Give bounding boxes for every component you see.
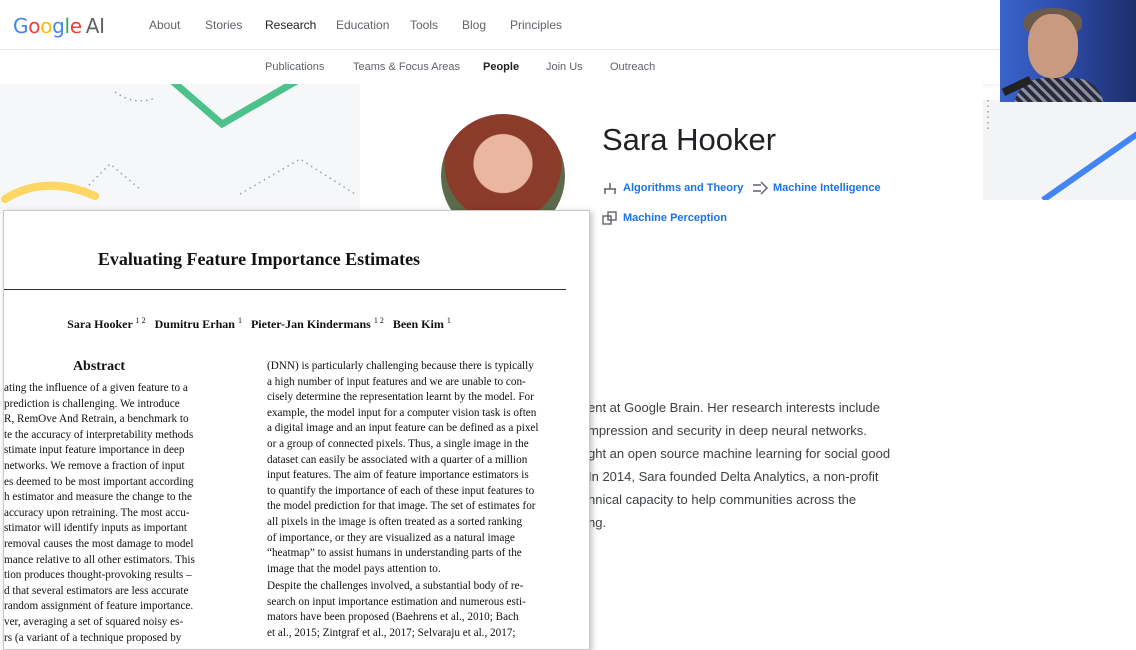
google-ai-logo[interactable]: Google AI xyxy=(13,14,105,38)
paper-text-line: (DNN) is particularly challenging becaus… xyxy=(267,360,534,372)
bio-line: ng. xyxy=(588,515,607,530)
paper-text-line: search on input importance estimation an… xyxy=(267,595,526,608)
logo-letter: o xyxy=(28,14,41,38)
nav-research[interactable]: Research xyxy=(265,18,316,32)
paper-text-line: example, the model input for a computer … xyxy=(267,406,537,419)
paper-text-line: rs (a variant of a technique proposed by xyxy=(4,631,182,644)
paper-text-line: tion produces thought-provoking results … xyxy=(4,569,192,582)
author-affiliation: 1 2 xyxy=(135,316,146,325)
paper-text-line: removal causes the most damage to model xyxy=(4,538,194,550)
author-name: Been Kim xyxy=(392,317,444,331)
bio-line: In 2014, Sara founded Delta Analytics, a… xyxy=(588,469,879,484)
algorithms-icon xyxy=(602,181,618,195)
subnav-teams-focus-areas[interactable]: Teams & Focus Areas xyxy=(353,61,460,73)
paper-text-line: dataset can easily be associated with a … xyxy=(267,453,528,466)
bio-line: mpression and security in deep neural ne… xyxy=(588,423,867,438)
author-affiliation: 1 xyxy=(237,316,242,325)
paper-text-line: to quantify the importance of each of th… xyxy=(267,484,535,497)
decorative-background-art xyxy=(0,84,360,214)
subnav-publications[interactable]: Publications xyxy=(265,61,324,73)
decorative-shapes xyxy=(1,84,356,203)
paper-text-line: d that several estimators are less accur… xyxy=(4,584,189,597)
paper-text-line: of importance, or they are visualized as… xyxy=(267,531,515,544)
author-name: Dumitru Erhan xyxy=(154,317,235,331)
author-name: Sara Hooker xyxy=(67,317,133,331)
nav-tools[interactable]: Tools xyxy=(410,18,438,32)
subnav-outreach[interactable]: Outreach xyxy=(610,61,655,73)
paper-title: Evaluating Feature Importance Estimates xyxy=(97,249,421,269)
paper-text-line: prediction is challenging. We introduce xyxy=(4,397,180,410)
abstract-heading: Abstract xyxy=(72,359,126,374)
subnav-people[interactable]: People xyxy=(483,61,519,73)
paper-right-column-2: Despite the challenges involved, a subst… xyxy=(267,579,577,645)
paper-text-line: all pixels in the image is often treated… xyxy=(267,516,523,528)
paper-text-line: “heatmap” to assist humans in understand… xyxy=(267,547,522,560)
logo-ai-text: AI xyxy=(85,14,105,38)
paper-text-line: es deemed to be most important according xyxy=(4,475,194,488)
author-name: Pieter-Jan Kindermans xyxy=(250,317,371,331)
machine-perception-icon xyxy=(602,211,618,225)
nav-blog[interactable]: Blog xyxy=(462,18,486,32)
research-area-link[interactable]: Algorithms and Theory xyxy=(623,182,743,194)
logo-letter: o xyxy=(40,14,53,38)
speaker-video-thumbnail xyxy=(1000,0,1136,102)
paper-text-line: R, RemOve And Retrain, a benchmark to xyxy=(4,413,189,426)
paper-text-line: te the accuracy of interpretability meth… xyxy=(4,428,194,441)
machine-intelligence-icon xyxy=(752,181,769,195)
nav-stories[interactable]: Stories xyxy=(205,18,242,32)
paper-text-line: networks. We remove a fraction of input xyxy=(4,460,185,472)
profile-bio: ent at Google Brain. Her research intere… xyxy=(588,400,918,538)
author-affiliation: 1 xyxy=(446,316,451,325)
paper-text-line: a high number of input features and we a… xyxy=(267,375,526,388)
paper-text-line: or a group of connected pixels. Thus, a … xyxy=(267,438,529,450)
logo-letter: g xyxy=(52,14,65,38)
bio-line: ent at Google Brain. Her research intere… xyxy=(588,400,880,415)
title-rule xyxy=(4,289,566,290)
research-area-link[interactable]: Machine Perception xyxy=(623,212,727,224)
paper-right-column: (DNN) is particularly challenging becaus… xyxy=(267,359,577,581)
decorative-blue-stripe xyxy=(987,100,1136,200)
paper-text-line: ver, averaging a set of squared noisy es… xyxy=(4,616,184,628)
nav-education[interactable]: Education xyxy=(336,18,389,32)
sub-navigation: Publications Teams & Focus Areas People … xyxy=(0,50,1000,84)
abstract-left-column: ating the influence of a given feature t… xyxy=(4,381,222,649)
paper-text-line: mators have been proposed (Baehrens et a… xyxy=(267,611,519,624)
bio-line: ght an open source machine learning for … xyxy=(588,446,891,461)
logo-letter: e xyxy=(69,14,82,38)
paper-text-line: mance relative to all other estimators. … xyxy=(4,553,195,566)
nav-about[interactable]: About xyxy=(149,18,180,32)
paper-text-line: et al., 2015; Zintgraf et al., 2017; Sel… xyxy=(267,626,516,639)
paper-authors: Sara Hooker 1 2 Dumitru Erhan 1 Pieter-J… xyxy=(4,316,514,332)
paper-text-line: cisely determine the representation lear… xyxy=(267,391,534,404)
nav-principles[interactable]: Principles xyxy=(510,18,562,32)
paper-text-line: accuracy upon retraining. The most accu- xyxy=(4,506,190,519)
paper-text-line: image that the model pays attention to. xyxy=(267,562,441,575)
subnav-join-us[interactable]: Join Us xyxy=(546,61,583,73)
paper-text-line: input features. The aim of feature impor… xyxy=(267,469,529,482)
paper-text-line: random assignment of feature importance. xyxy=(4,600,194,613)
paper-text-line: stimator will identify inputs as importa… xyxy=(4,522,188,535)
paper-text-line: Despite the challenges involved, a subst… xyxy=(267,580,524,592)
paper-overlay: Evaluating Feature Importance Estimates … xyxy=(3,210,590,650)
paper-text-line: stimate input feature importance in deep xyxy=(4,444,185,457)
paper-text-line: ating the influence of a given feature t… xyxy=(4,382,188,394)
research-area-link[interactable]: Machine Intelligence xyxy=(773,182,881,194)
top-navigation: Google AI About Stories Research Educatio… xyxy=(0,0,1000,50)
paper-text-line: a digital image and an input feature can… xyxy=(267,422,539,435)
decorative-right-art xyxy=(983,100,1136,200)
speaker-face xyxy=(1028,14,1078,78)
logo-letter: G xyxy=(13,14,29,38)
paper-text-line: h estimator and measure the change to th… xyxy=(4,491,192,504)
bio-line: hnical capacity to help communities acro… xyxy=(588,492,857,507)
author-affiliation: 1 2 xyxy=(373,316,384,325)
profile-name: Sara Hooker xyxy=(602,122,777,157)
paper-text-line: the model prediction for that image. The… xyxy=(267,500,536,513)
